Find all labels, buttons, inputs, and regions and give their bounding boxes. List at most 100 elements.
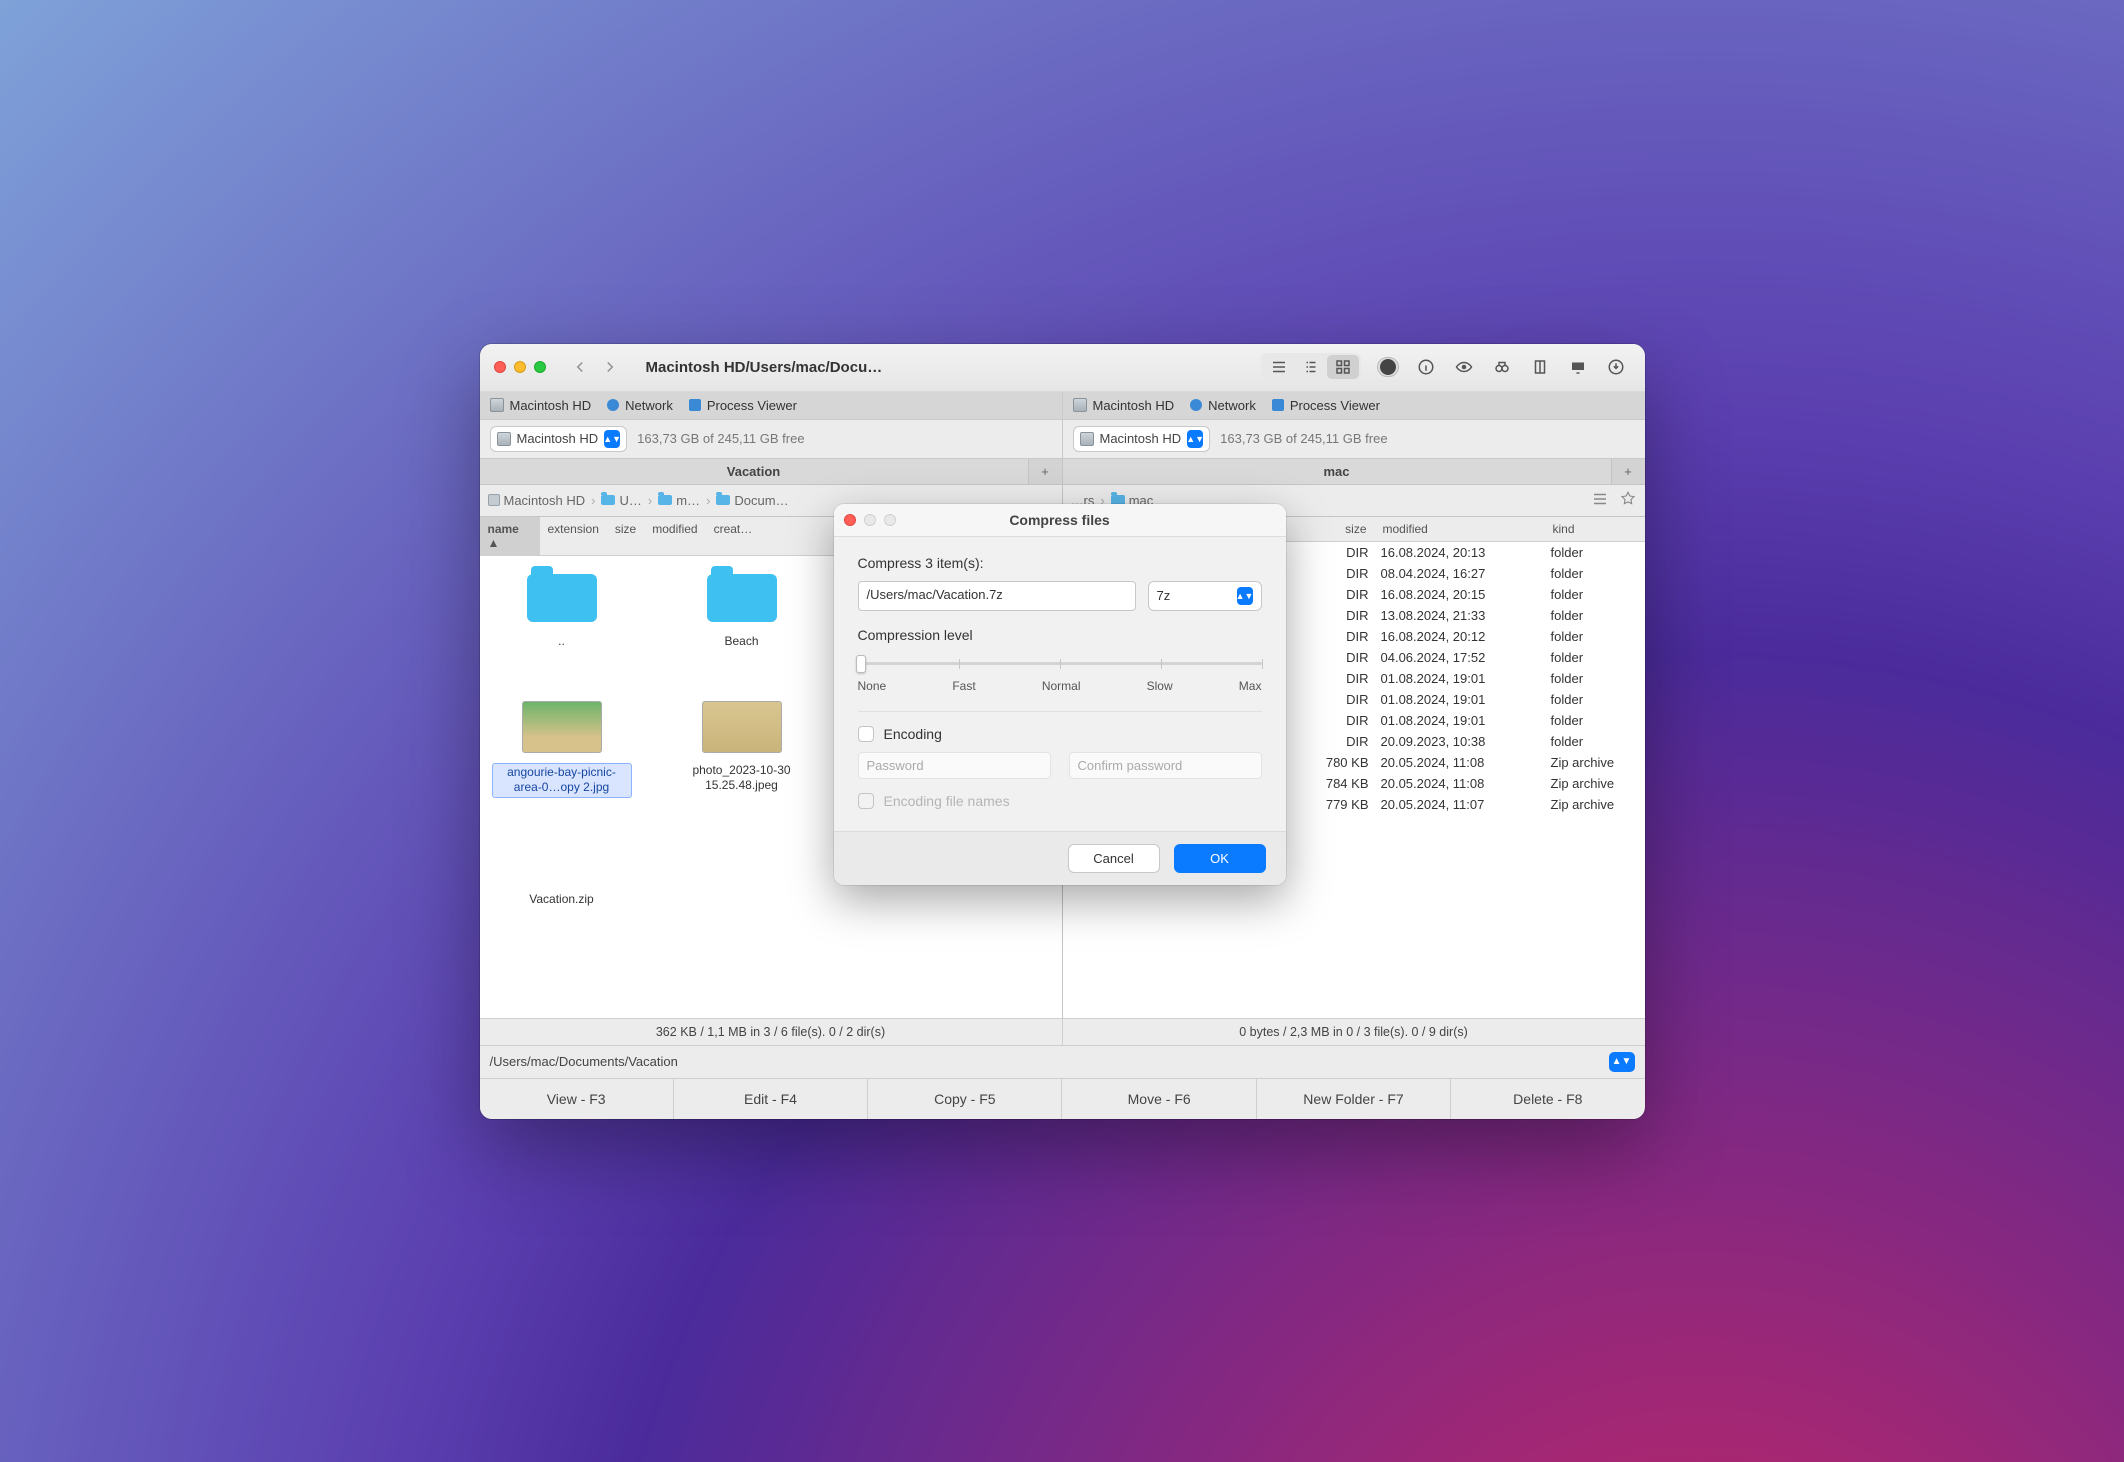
compress-dialog: Compress files Compress 3 item(s): /User…: [834, 504, 1286, 885]
dialog-body: Compress 3 item(s): /Users/mac/Vacation.…: [834, 537, 1286, 831]
archive-format-select[interactable]: 7z ▲▼: [1148, 581, 1262, 611]
cell-size: DIR: [1295, 733, 1375, 750]
dialog-close-button[interactable]: [844, 514, 856, 526]
cell-kind: folder: [1545, 607, 1645, 624]
cancel-button[interactable]: Cancel: [1068, 844, 1160, 873]
volume-selector-left[interactable]: Macintosh HD ▲▼: [490, 426, 628, 452]
grid-item-label: photo_2023-10-30 15.25.48.jpeg: [672, 763, 812, 794]
password-input[interactable]: Password: [858, 752, 1051, 779]
fkey-button[interactable]: Delete - F8: [1450, 1079, 1644, 1119]
quicklook-button[interactable]: [1453, 356, 1475, 378]
drive-network-left[interactable]: Network: [607, 398, 673, 413]
view-grid-button[interactable]: [1327, 355, 1359, 379]
chevron-updown-icon: ▲▼: [1237, 587, 1253, 605]
drive-process-left[interactable]: Process Viewer: [689, 398, 797, 413]
dialog-headline: Compress 3 item(s):: [858, 555, 1262, 571]
slider-label-fast: Fast: [952, 679, 975, 693]
drive-label: Macintosh HD: [1093, 398, 1175, 413]
image-thumbnail: [697, 697, 787, 757]
search-binoculars-button[interactable]: [1491, 356, 1513, 378]
output-path-input[interactable]: /Users/mac/Vacation.7z: [858, 581, 1136, 611]
window-controls: [494, 361, 546, 373]
grid-item[interactable]: angourie-bay-picnic-area-0…opy 2.jpg: [492, 697, 632, 798]
col-modified[interactable]: modified: [644, 517, 705, 555]
zoom-window-button[interactable]: [534, 361, 546, 373]
col-ext[interactable]: extension: [540, 517, 607, 555]
breadcrumb[interactable]: Macintosh HD: [488, 493, 586, 508]
add-tab-left-button[interactable]: +: [1028, 459, 1062, 484]
status-left: 362 KB / 1,1 MB in 3 / 6 file(s). 0 / 2 …: [480, 1019, 1062, 1045]
slider-knob[interactable]: [856, 655, 866, 673]
grid-item[interactable]: Beach: [672, 568, 812, 669]
volume-selector-right[interactable]: Macintosh HD ▲▼: [1073, 426, 1211, 452]
chevron-updown-icon: ▲▼: [604, 430, 620, 448]
breadcrumb[interactable]: U…: [601, 493, 641, 508]
grid-item[interactable]: Vacation.zip: [492, 826, 632, 908]
cell-size: DIR: [1295, 712, 1375, 729]
col-modified[interactable]: modified: [1375, 517, 1545, 541]
col-size[interactable]: size: [607, 517, 644, 555]
favorite-star-icon[interactable]: [1619, 490, 1637, 511]
close-window-button[interactable]: [494, 361, 506, 373]
drive-process-right[interactable]: Process Viewer: [1272, 398, 1380, 413]
breadcrumb[interactable]: Docum…: [716, 493, 788, 508]
folder-icon: [697, 568, 787, 628]
col-name[interactable]: name ▲: [480, 517, 540, 555]
cell-kind: folder: [1545, 544, 1645, 561]
tab-mac[interactable]: mac: [1063, 459, 1611, 484]
view-mode-segment: [1261, 353, 1361, 381]
cell-modified: 01.08.2024, 19:01: [1375, 670, 1545, 687]
file-icon: [517, 826, 607, 886]
drive-hd-left[interactable]: Macintosh HD: [490, 398, 592, 413]
download-button[interactable]: [1605, 356, 1627, 378]
hidden-files-toggle[interactable]: [1377, 356, 1399, 378]
encode-filenames-checkbox: [858, 793, 874, 809]
fkey-button[interactable]: Edit - F4: [673, 1079, 867, 1119]
encoding-label: Encoding: [884, 726, 942, 742]
panel-list-icon[interactable]: [1591, 490, 1609, 511]
minimize-window-button[interactable]: [514, 361, 526, 373]
fkey-button[interactable]: Copy - F5: [867, 1079, 1061, 1119]
grid-item[interactable]: ..: [492, 568, 632, 669]
encoding-checkbox[interactable]: [858, 726, 874, 742]
volumes-left: Macintosh HD ▲▼ 163,73 GB of 245,11 GB f…: [480, 420, 1062, 458]
nav-back-button[interactable]: [568, 355, 592, 379]
dialog-titlebar: Compress files: [834, 504, 1286, 537]
current-path: /Users/mac/Documents/Vacation: [490, 1054, 678, 1069]
fkey-button[interactable]: New Folder - F7: [1256, 1079, 1450, 1119]
path-history-button[interactable]: ▲▼: [1609, 1052, 1635, 1072]
view-list-button[interactable]: [1295, 355, 1327, 379]
free-space-left: 163,73 GB of 245,11 GB free: [637, 431, 804, 446]
tab-vacation[interactable]: Vacation: [480, 459, 1028, 484]
nav-forward-button[interactable]: [598, 355, 622, 379]
fkey-button[interactable]: Move - F6: [1061, 1079, 1255, 1119]
drive-label: Process Viewer: [1290, 398, 1380, 413]
add-tab-right-button[interactable]: +: [1611, 459, 1645, 484]
view-list-lines-button[interactable]: [1263, 355, 1295, 379]
cell-size: DIR: [1295, 586, 1375, 603]
cell-modified: 20.09.2023, 10:38: [1375, 733, 1545, 750]
toolbar: [1261, 353, 1631, 381]
cell-size: 779 KB: [1295, 796, 1375, 813]
archive-button[interactable]: [1529, 356, 1551, 378]
ok-button[interactable]: OK: [1174, 844, 1266, 873]
dialog-window-controls: [844, 514, 896, 526]
panel-view-icons: [1591, 490, 1637, 511]
compression-level-slider[interactable]: [858, 653, 1262, 673]
grid-item[interactable]: photo_2023-10-30 15.25.48.jpeg: [672, 697, 812, 798]
encoding-checkbox-row[interactable]: Encoding: [858, 726, 1262, 742]
info-button[interactable]: [1415, 356, 1437, 378]
app-window: Macintosh HD/Users/mac/Docu… Macintosh H…: [480, 344, 1645, 1119]
drive-network-right[interactable]: Network: [1190, 398, 1256, 413]
drive-hd-right[interactable]: Macintosh HD: [1073, 398, 1175, 413]
titlebar: Macintosh HD/Users/mac/Docu…: [480, 344, 1645, 392]
dialog-footer: Cancel OK: [834, 831, 1286, 885]
confirm-password-input[interactable]: Confirm password: [1069, 752, 1262, 779]
drive-label: Macintosh HD: [510, 398, 592, 413]
fkey-button[interactable]: View - F3: [480, 1079, 673, 1119]
breadcrumb[interactable]: m…: [658, 493, 700, 508]
col-created[interactable]: creat…: [706, 517, 761, 555]
remote-button[interactable]: [1567, 356, 1589, 378]
col-kind[interactable]: kind: [1545, 517, 1645, 541]
col-size[interactable]: size: [1295, 517, 1375, 541]
